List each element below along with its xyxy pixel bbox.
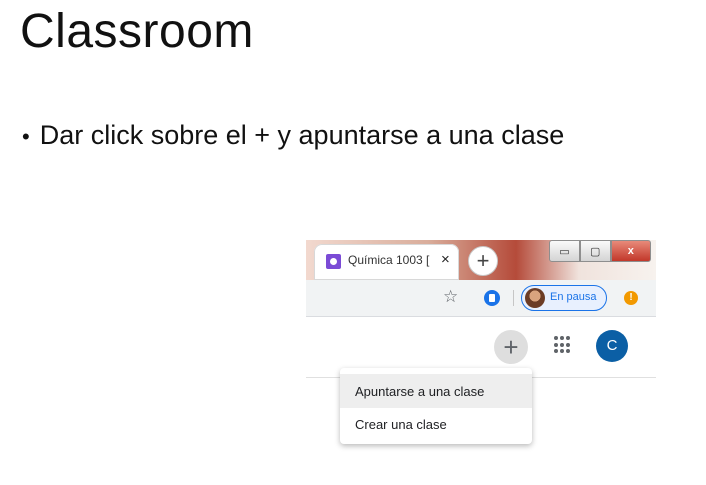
minimize-button[interactable]: ▭ xyxy=(549,240,580,262)
add-class-menu: Apuntarse a una clase Crear una clase xyxy=(340,368,532,444)
add-class-button[interactable]: + xyxy=(494,330,528,364)
tab-title: Química 1003 [ xyxy=(348,253,430,267)
address-bar[interactable]: ☆ En pausa ! xyxy=(306,280,656,317)
tab-close-icon[interactable]: × xyxy=(441,251,450,268)
toolbar-divider xyxy=(513,290,514,306)
maximize-button[interactable]: ▢ xyxy=(579,240,611,262)
profile-button[interactable]: En pausa xyxy=(521,285,607,311)
classroom-screenshot: Química 1003 [ × + ▭ ▢ x ☆ En pausa ! + … xyxy=(306,240,656,460)
browser-tab[interactable]: Química 1003 [ × xyxy=(314,244,459,280)
account-avatar[interactable]: C xyxy=(596,330,628,362)
extension-icon[interactable] xyxy=(484,290,500,306)
menu-item-create-class[interactable]: Crear una clase xyxy=(340,407,532,441)
new-tab-button[interactable]: + xyxy=(468,246,498,276)
profile-avatar-icon xyxy=(525,288,545,308)
slide-title: Classroom xyxy=(20,5,254,58)
google-apps-icon[interactable] xyxy=(554,336,572,354)
update-alert-icon[interactable]: ! xyxy=(624,291,638,305)
bullet-dot: • xyxy=(22,124,30,149)
profile-status-label: En pausa xyxy=(550,291,597,303)
close-window-button[interactable]: x xyxy=(610,240,651,262)
window-controls: ▭ ▢ x xyxy=(549,240,651,262)
bullet-point: • Dar click sobre el + y apuntarse a una… xyxy=(22,120,564,153)
menu-item-label: Crear una clase xyxy=(355,417,447,432)
browser-tab-strip: Química 1003 [ × + ▭ ▢ x xyxy=(306,240,656,280)
bullet-text: Dar click sobre el + y apuntarse a una c… xyxy=(39,120,565,150)
menu-item-join-class[interactable]: Apuntarse a una clase xyxy=(340,374,532,408)
menu-item-label: Apuntarse a una clase xyxy=(355,384,485,399)
classroom-favicon-icon xyxy=(326,254,341,269)
bookmark-star-icon[interactable]: ☆ xyxy=(443,287,458,307)
